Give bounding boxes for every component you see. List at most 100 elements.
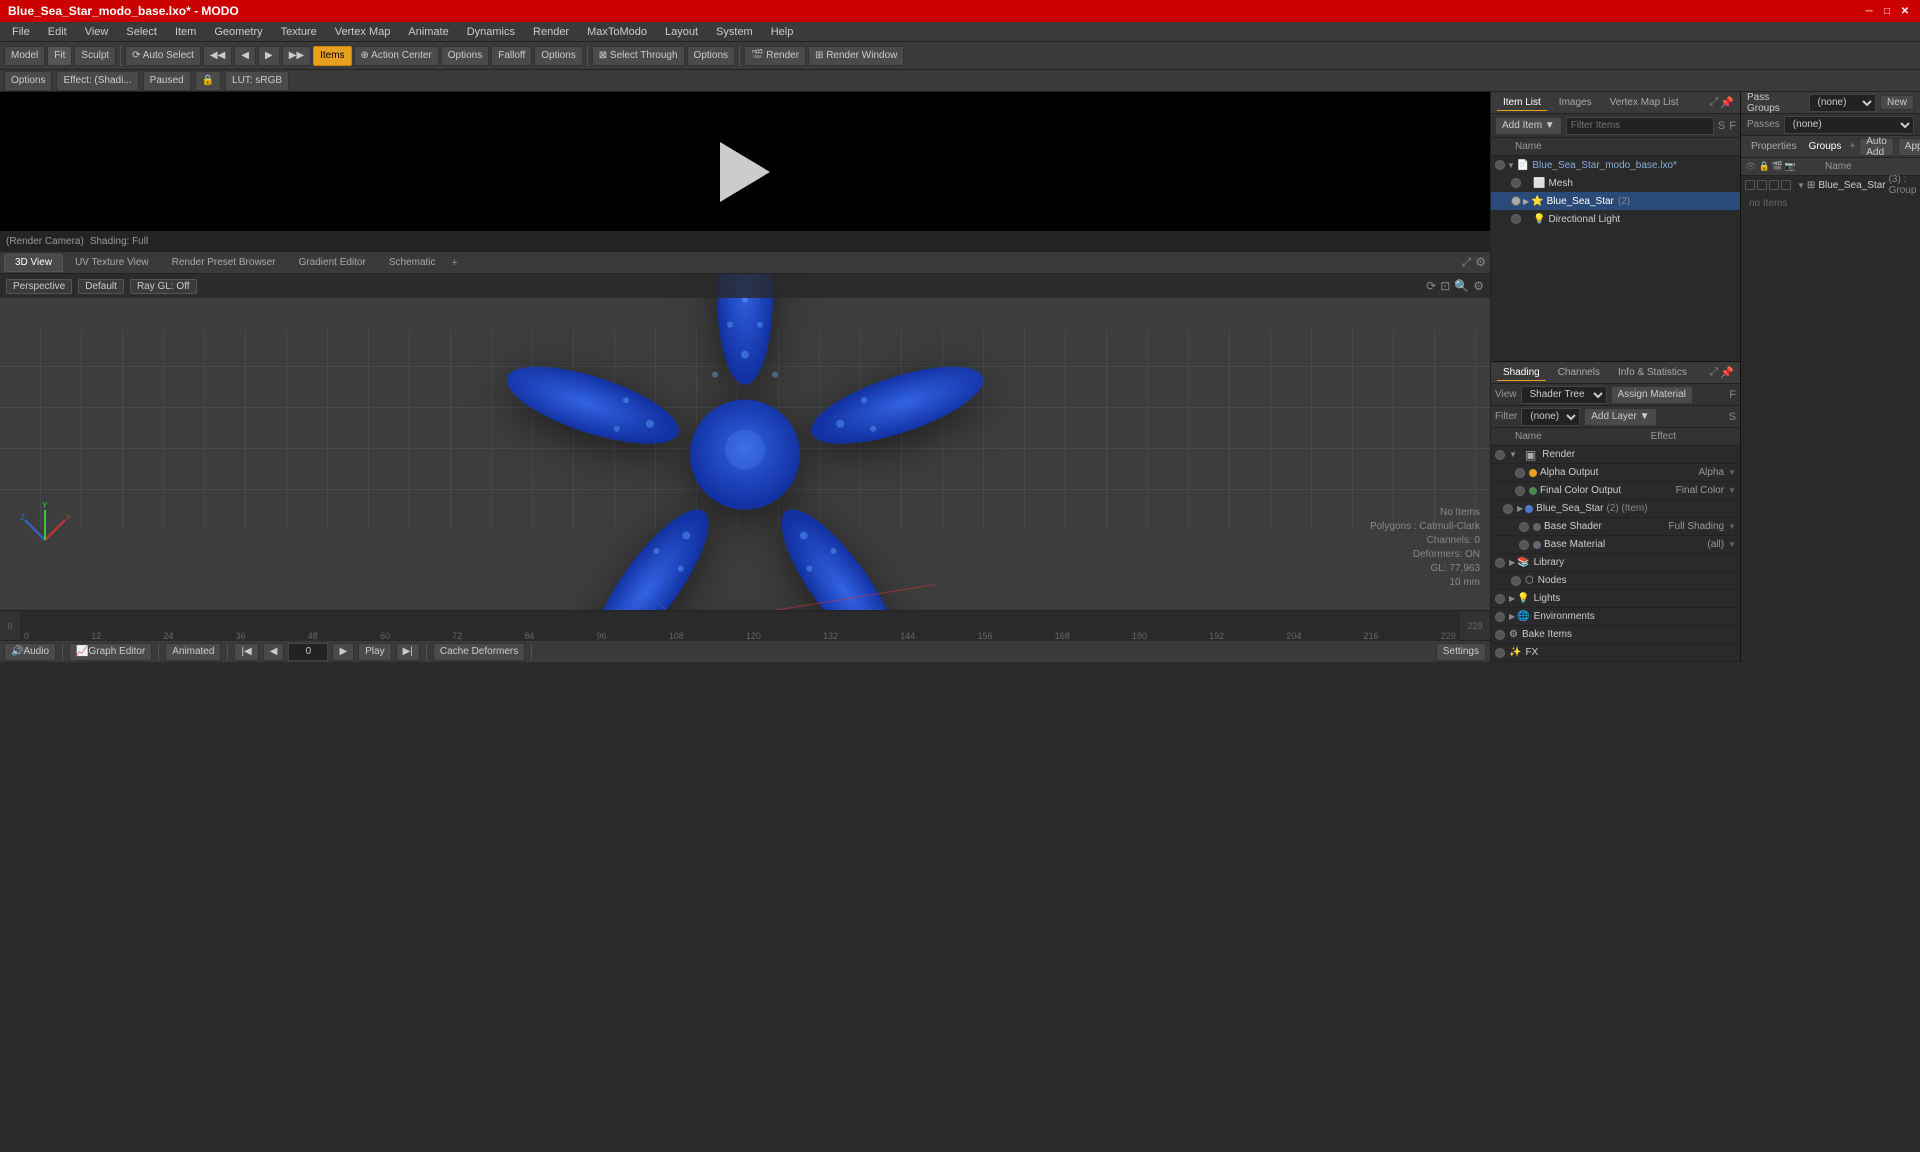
sh-nodes[interactable]: ⬡ Nodes [1491, 572, 1740, 590]
vis-icon[interactable] [1495, 612, 1505, 622]
window-controls[interactable]: ─ □ ✕ [1862, 4, 1912, 18]
tab-3d-view[interactable]: 3D View [4, 254, 63, 272]
vis-icon[interactable] [1495, 648, 1505, 658]
add-item-btn[interactable]: Add Item ▼ [1495, 117, 1562, 135]
tab-vertex-map-list[interactable]: Vertex Map List [1604, 95, 1685, 110]
sh-library[interactable]: ▶ 📚 Library [1491, 554, 1740, 572]
select-through-btn[interactable]: ⊠ Select Through [592, 46, 685, 66]
group-cam-check[interactable] [1781, 180, 1791, 190]
tree-item-blue-sea-star[interactable]: ▶ ⭐ Blue_Sea_Star (2) [1491, 192, 1740, 210]
nav-btn-3[interactable]: ▶ [258, 46, 280, 66]
time-display[interactable]: 0 [288, 643, 328, 661]
options-2-btn[interactable]: Options [534, 46, 582, 66]
vis-icon[interactable] [1495, 630, 1505, 640]
tree-item-mesh[interactable]: ⬜ Mesh [1491, 174, 1740, 192]
close-btn[interactable]: ✕ [1898, 4, 1912, 18]
filter-select[interactable]: (none) [1521, 408, 1580, 426]
menu-dynamics[interactable]: Dynamics [459, 24, 523, 40]
group-item-blue-sea-star[interactable]: ▼ ⊞ Blue_Sea_Star (3) : Group [1741, 176, 1920, 194]
items-btn[interactable]: Items [313, 46, 351, 66]
gear-icon[interactable]: ⚙ [1475, 255, 1486, 270]
zoom-icon[interactable]: 🔍 [1454, 279, 1469, 293]
vis-icon[interactable] [1511, 178, 1521, 188]
tab-uv-texture[interactable]: UV Texture View [64, 254, 160, 272]
vis-icon[interactable] [1495, 558, 1505, 568]
tab-gradient-editor[interactable]: Gradient Editor [288, 254, 377, 272]
vis-icon[interactable] [1511, 576, 1521, 586]
menu-layout[interactable]: Layout [657, 24, 706, 40]
vis-icon[interactable] [1511, 214, 1521, 224]
maximize-btn[interactable]: □ [1880, 4, 1894, 18]
expand-icon[interactable]: ⤢ [1709, 96, 1718, 109]
nav-btn-1[interactable]: ◀◀ [203, 46, 232, 66]
assign-material-btn[interactable]: Assign Material [1611, 386, 1693, 404]
raygl-label[interactable]: Ray GL: Off [130, 279, 197, 294]
sh-render[interactable]: ▼ ▣ Render [1491, 446, 1740, 464]
3d-viewport[interactable]: Perspective Default Ray GL: Off ⟳ ⊡ 🔍 ⚙ [0, 274, 1490, 610]
next-key-btn[interactable]: ▶| [396, 643, 420, 661]
cache-deformers-btn[interactable]: Cache Deformers [433, 643, 525, 661]
vis-icon[interactable] [1519, 540, 1529, 550]
tree-item-root[interactable]: ▼ 📄 Blue_Sea_Star_modo_base.lxo* [1491, 156, 1740, 174]
tab-images[interactable]: Images [1553, 95, 1598, 110]
tab-properties[interactable]: Properties [1747, 139, 1801, 154]
nav-btn-2[interactable]: ◀ [234, 46, 256, 66]
animated-btn[interactable]: Animated [165, 643, 221, 661]
menu-system[interactable]: System [708, 24, 761, 40]
vis-icon[interactable] [1495, 160, 1505, 170]
falloff-btn[interactable]: Falloff [491, 46, 532, 66]
reset-view-icon[interactable]: ⟳ [1426, 279, 1436, 293]
view-select[interactable]: Shader Tree [1521, 386, 1607, 404]
menu-render[interactable]: Render [525, 24, 577, 40]
tab-item-list[interactable]: Item List [1497, 95, 1547, 111]
settings-icon[interactable]: ⚙ [1473, 279, 1484, 293]
sh-base-shader[interactable]: Base Shader Full Shading ▼ [1491, 518, 1740, 536]
expand-icon[interactable]: ⤢ [1462, 255, 1472, 270]
lut-btn[interactable]: LUT: sRGB [225, 71, 289, 91]
sh-alpha-output[interactable]: Alpha Output Alpha ▼ [1491, 464, 1740, 482]
new-group-btn[interactable]: New [1880, 95, 1914, 110]
apply-btn[interactable]: Apply [1898, 138, 1920, 156]
menu-view[interactable]: View [77, 24, 117, 40]
nav-btn-4[interactable]: ▶▶ [282, 46, 311, 66]
tab-channels[interactable]: Channels [1552, 365, 1606, 380]
sh-final-color[interactable]: Final Color Output Final Color ▼ [1491, 482, 1740, 500]
sh-fx[interactable]: ✨ FX [1491, 644, 1740, 662]
vis-icon[interactable] [1495, 594, 1505, 604]
group-lock-check[interactable] [1757, 180, 1767, 190]
menu-select[interactable]: Select [118, 24, 165, 40]
mode-fit[interactable]: Fit [47, 46, 72, 66]
tab-schematic[interactable]: Schematic [378, 254, 447, 272]
lock-btn[interactable]: 🔒 [195, 71, 221, 91]
vis-icon[interactable] [1515, 468, 1525, 478]
mode-model[interactable]: Model [4, 46, 45, 66]
play-label-btn[interactable]: Play [358, 643, 391, 661]
action-center-btn[interactable]: ⊕ Action Center [354, 46, 439, 66]
step-back-btn[interactable]: ◀ [263, 643, 285, 661]
vis-icon[interactable] [1495, 450, 1505, 460]
menu-geometry[interactable]: Geometry [206, 24, 270, 40]
mode-sculpt[interactable]: Sculpt [74, 46, 116, 66]
sh-environments[interactable]: ▶ 🌐 Environments [1491, 608, 1740, 626]
assign-f-btn[interactable]: F [1729, 389, 1736, 401]
tab-add-btn[interactable]: + [1849, 141, 1855, 152]
pass-groups-select[interactable]: (none) [1809, 94, 1877, 112]
vis-icon[interactable] [1511, 196, 1521, 206]
graph-editor-btn[interactable]: 📈 Graph Editor [69, 643, 152, 661]
timeline-ruler[interactable]: 0 12 24 36 48 60 72 84 96 108 120 132 14… [20, 611, 1460, 641]
group-render-check[interactable] [1769, 180, 1779, 190]
filter-s-btn[interactable]: S [1718, 120, 1725, 132]
pin-icon[interactable]: 📌 [1720, 96, 1734, 109]
settings-btn[interactable]: Settings [1436, 643, 1486, 661]
render-btn[interactable]: 🎬 Render [744, 46, 806, 66]
minimize-btn[interactable]: ─ [1862, 4, 1876, 18]
tree-item-directional-light[interactable]: 💡 Directional Light [1491, 210, 1740, 228]
add-layer-btn[interactable]: Add Layer ▼ [1584, 408, 1656, 426]
perspective-label[interactable]: Perspective [6, 279, 72, 294]
sh-bake-items[interactable]: ⚙ Bake Items [1491, 626, 1740, 644]
render-window-btn[interactable]: ⊞ Render Window [808, 46, 904, 66]
options-btn[interactable]: Options [4, 71, 52, 91]
frame-icon[interactable]: ⊡ [1440, 279, 1450, 293]
auto-add-btn[interactable]: Auto Add [1859, 138, 1894, 156]
audio-btn[interactable]: 🔊 Audio [4, 643, 56, 661]
